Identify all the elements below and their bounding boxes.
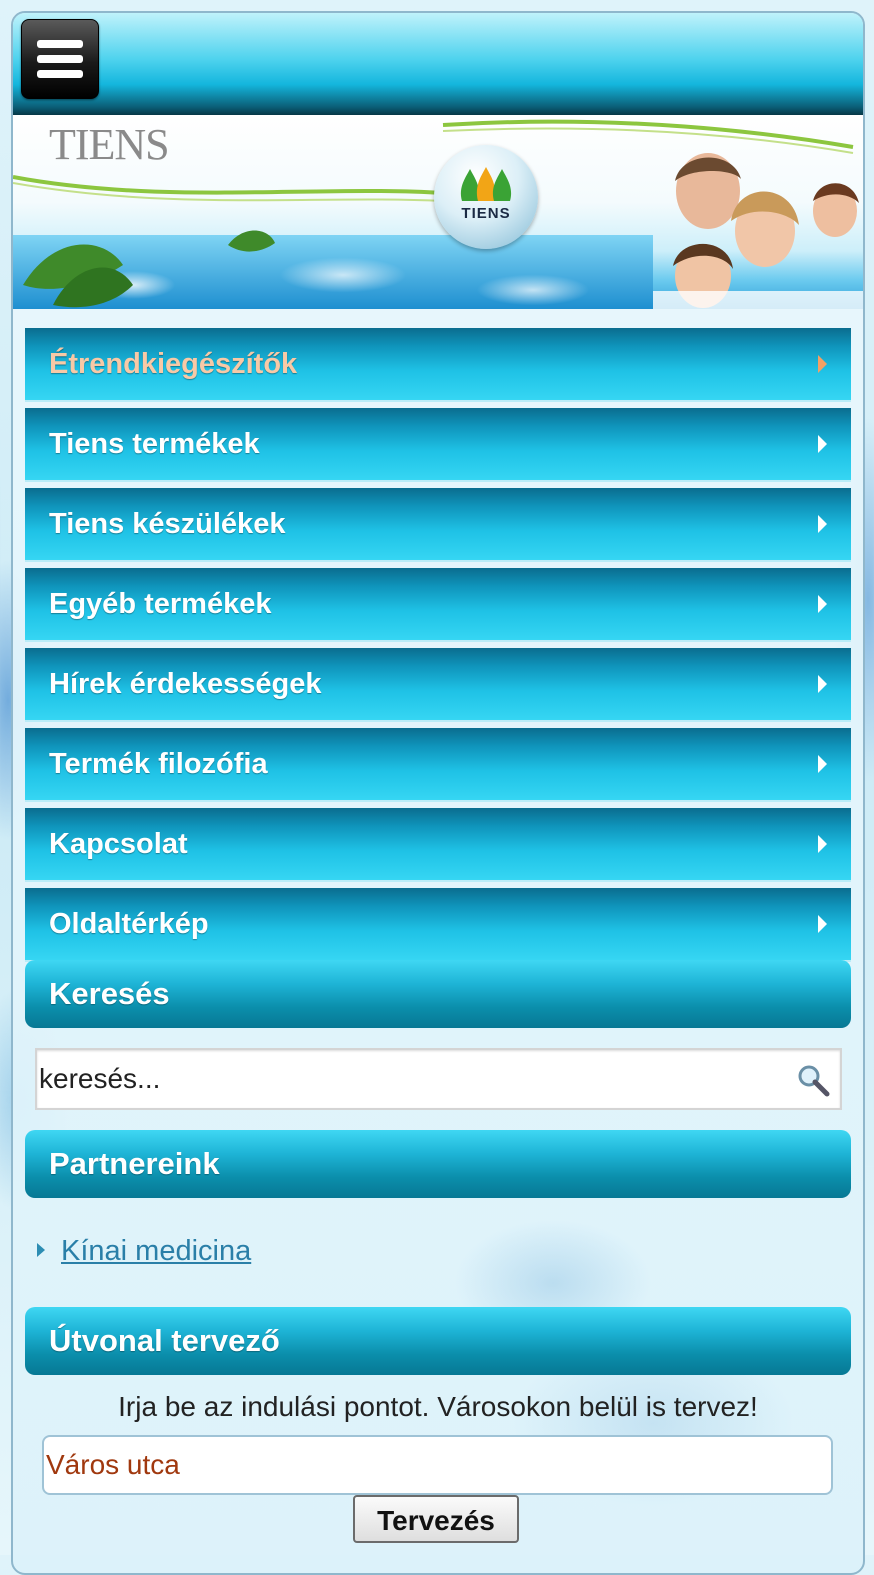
header-banner: TIENS TIENS bbox=[13, 115, 863, 309]
nav-item-tiens-termekek[interactable]: Tiens termékek bbox=[25, 408, 851, 482]
nav-item-label: Étrendkiegészítők bbox=[49, 348, 298, 380]
bullet-arrow-icon bbox=[37, 1243, 45, 1257]
nav-item-etrendkiegeszitok[interactable]: Étrendkiegészítők bbox=[25, 328, 851, 402]
route-planner-section-header: Útvonal tervező bbox=[25, 1307, 851, 1375]
partner-link-kinai-medicina[interactable]: Kínai medicina bbox=[61, 1231, 251, 1271]
chevron-right-icon bbox=[818, 675, 827, 693]
section-title: Útvonal tervező bbox=[49, 1323, 280, 1358]
nav-item-label: Hírek érdekességek bbox=[49, 668, 322, 700]
chevron-right-icon bbox=[818, 835, 827, 853]
nav-item-label: Tiens termékek bbox=[49, 428, 260, 460]
search-section-header: Keresés bbox=[25, 960, 851, 1028]
hamburger-bar bbox=[37, 70, 83, 78]
top-bar bbox=[13, 13, 863, 115]
hamburger-menu-icon bbox=[37, 40, 83, 48]
search-input[interactable]: keresés... bbox=[35, 1048, 842, 1110]
nav-item-label: Termék filozófia bbox=[49, 748, 268, 780]
route-start-input[interactable]: Város utca bbox=[42, 1435, 833, 1495]
search-placeholder: keresés... bbox=[39, 1063, 161, 1094]
nav-item-hirek-erdekessegek[interactable]: Hírek érdekességek bbox=[25, 648, 851, 722]
nav-item-label: Kapcsolat bbox=[49, 828, 188, 860]
brand-wordmark: TIENS bbox=[49, 120, 170, 169]
section-title: Keresés bbox=[49, 976, 170, 1011]
mint-leaf-icon bbox=[23, 230, 275, 308]
nav-item-label: Tiens készülékek bbox=[49, 508, 286, 540]
chevron-right-icon bbox=[818, 755, 827, 773]
section-title: Partnereink bbox=[49, 1146, 220, 1181]
partners-section-header: Partnereink bbox=[25, 1130, 851, 1198]
tiens-logo: TIENS bbox=[434, 145, 538, 249]
logo-text: TIENS bbox=[461, 205, 511, 222]
nav-item-tiens-keszulekek[interactable]: Tiens készülékek bbox=[25, 488, 851, 562]
route-input-value: Város utca bbox=[46, 1449, 180, 1480]
nav-item-termek-filozofia[interactable]: Termék filozófia bbox=[25, 728, 851, 802]
chevron-right-icon bbox=[818, 435, 827, 453]
chevron-right-icon bbox=[818, 915, 827, 933]
nav-item-oldalterkep[interactable]: Oldaltérkép bbox=[25, 888, 851, 962]
logo-flame-icon bbox=[460, 167, 512, 201]
nav-item-egyeb-termekek[interactable]: Egyéb termékek bbox=[25, 568, 851, 642]
nav-item-label: Oldaltérkép bbox=[49, 908, 209, 940]
chevron-right-icon bbox=[818, 355, 827, 373]
nav-item-label: Egyéb termékek bbox=[49, 588, 272, 620]
route-instruction: Irja be az indulási pontot. Városokon be… bbox=[118, 1391, 758, 1422]
search-icon[interactable] bbox=[796, 1063, 830, 1097]
hamburger-menu-button[interactable] bbox=[21, 19, 99, 99]
plan-route-button[interactable]: Tervezés bbox=[353, 1495, 519, 1543]
chevron-right-icon bbox=[818, 515, 827, 533]
page-frame: TIENS TIENS Étrendkiegészítők Tiens term… bbox=[11, 11, 865, 1575]
family-photo bbox=[653, 153, 863, 309]
chevron-right-icon bbox=[818, 595, 827, 613]
hamburger-bar bbox=[37, 55, 83, 63]
nav-item-kapcsolat[interactable]: Kapcsolat bbox=[25, 808, 851, 882]
main-navigation: Étrendkiegészítők Tiens termékek Tiens k… bbox=[25, 328, 851, 968]
